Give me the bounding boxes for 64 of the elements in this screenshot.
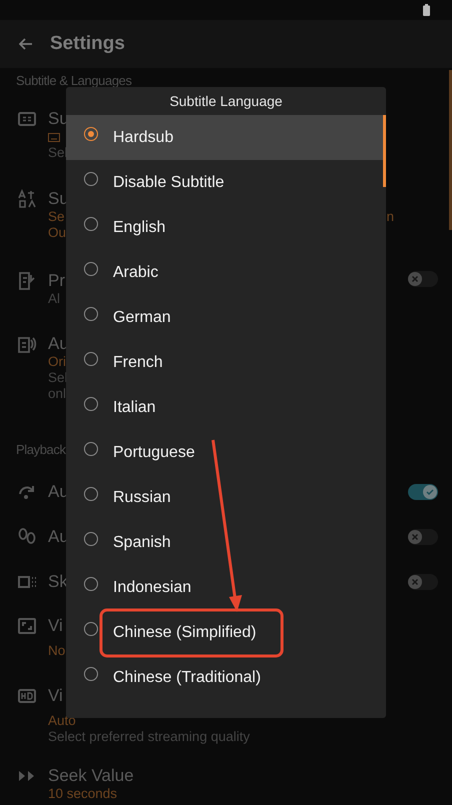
- toggle-switch[interactable]: [408, 271, 438, 287]
- radio-button[interactable]: [84, 306, 98, 320]
- radio-button[interactable]: [84, 486, 98, 500]
- keyboard-icon: [48, 132, 60, 142]
- back-arrow-icon: [19, 38, 33, 50]
- dialog-title: Subtitle Language: [170, 92, 282, 111]
- setting-value: No: [48, 643, 66, 659]
- radio-button[interactable]: [84, 396, 98, 410]
- setting-value: 10 seconds: [48, 786, 118, 802]
- language-option[interactable]: Arabic: [66, 250, 386, 295]
- radio-button[interactable]: [84, 352, 98, 366]
- radio-button[interactable]: [84, 442, 98, 456]
- hd-icon: [17, 686, 37, 706]
- radio-button[interactable]: [84, 216, 98, 230]
- page-title: Settings: [50, 32, 125, 56]
- scrollbar: [383, 115, 386, 187]
- close-icon: [411, 532, 419, 540]
- footprints-icon: [17, 526, 37, 546]
- setting-value: n: [386, 209, 395, 225]
- setting-title: Pr: [48, 271, 65, 291]
- language-option[interactable]: French: [66, 340, 386, 385]
- section-header: Subtitle & Languages: [16, 73, 132, 88]
- language-option[interactable]: German: [66, 295, 386, 340]
- check-icon: [426, 488, 434, 496]
- setting-value: Ori: [48, 354, 66, 370]
- radio-button[interactable]: [84, 262, 98, 276]
- radio-button[interactable]: [84, 172, 98, 186]
- language-option[interactable]: Disable Subtitle: [66, 160, 386, 205]
- setting-value: Ou: [48, 225, 66, 241]
- radio-button[interactable]: [84, 622, 98, 636]
- language-option[interactable]: Chinese (Traditional): [66, 655, 386, 700]
- setting-description: Al: [48, 291, 60, 307]
- language-option[interactable]: Spanish: [66, 520, 386, 565]
- language-option[interactable]: Indonesian: [66, 565, 386, 610]
- resize-icon: [17, 616, 37, 636]
- document-icon: [17, 271, 37, 291]
- audio-document-icon: [17, 334, 37, 354]
- section-header: Playback: [16, 442, 66, 457]
- language-option[interactable]: English: [66, 205, 386, 250]
- radio-button[interactable]: [84, 126, 98, 140]
- setting-value: Se: [48, 209, 65, 225]
- setting-description: Select preferred streaming quality: [48, 729, 250, 745]
- setting-title: Seek Value: [48, 766, 134, 786]
- language-option[interactable]: Chinese (Simplified): [66, 610, 386, 655]
- setting-title: Vi: [48, 616, 63, 636]
- close-icon: [411, 275, 419, 283]
- radio-button[interactable]: [84, 576, 98, 590]
- toggle-switch[interactable]: [408, 574, 438, 590]
- setting-title: Sk: [48, 572, 68, 592]
- setting-description: onl: [48, 386, 66, 402]
- language-option[interactable]: Hardsub: [66, 115, 386, 160]
- setting-value: Auto: [48, 713, 76, 729]
- language-option[interactable]: Portuguese: [66, 430, 386, 475]
- radio-button[interactable]: [84, 666, 98, 680]
- subtitles-icon: [17, 109, 37, 129]
- toggle-switch[interactable]: [408, 484, 438, 500]
- translate-icon: [17, 189, 37, 209]
- toggle-switch[interactable]: [408, 528, 438, 544]
- radio-button[interactable]: [84, 532, 98, 546]
- close-icon: [411, 578, 419, 586]
- language-option[interactable]: Russian: [66, 475, 386, 520]
- battery-icon: [423, 4, 430, 16]
- setting-title: Vi: [48, 686, 63, 706]
- language-option[interactable]: Italian: [66, 385, 386, 430]
